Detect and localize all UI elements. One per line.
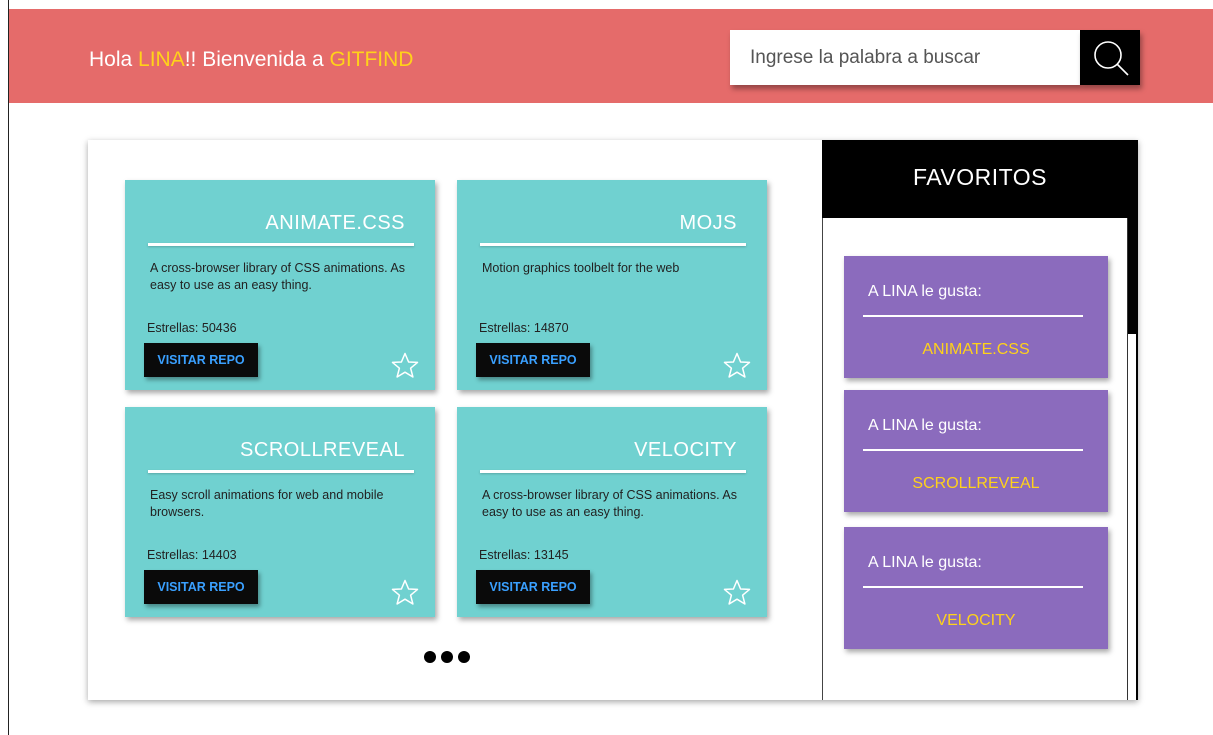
repo-stars: Estrellas: 13145	[479, 548, 569, 562]
card-divider	[480, 470, 746, 473]
favorite-label: A LINA le gusta:	[868, 554, 982, 571]
favorite-label: A LINA le gusta:	[868, 283, 982, 300]
favorite-divider	[863, 586, 1083, 588]
favorites-title: FAVORITOS	[912, 164, 1047, 190]
app-name: GITFIND	[329, 48, 414, 71]
repo-stars: Estrellas: 50436	[147, 321, 237, 335]
star-icon[interactable]	[723, 352, 751, 379]
favorite-divider	[863, 315, 1083, 317]
favorite-card[interactable]: A LINA le gusta: ANIMATE.CSS	[844, 256, 1108, 378]
star-icon[interactable]	[723, 579, 751, 606]
top-header: Hola LINA!! Bienvenida a GITFIND	[9, 9, 1213, 103]
favorite-label: A LINA le gusta:	[868, 417, 982, 434]
repo-title: ANIMATE.CSS	[265, 212, 405, 234]
card-divider	[148, 470, 414, 473]
frame-border	[8, 0, 9, 735]
greeting-middle: !! Bienvenida a	[184, 48, 330, 71]
repo-stars: Estrellas: 14870	[479, 321, 569, 335]
favorite-repo-name: VELOCITY	[936, 612, 1016, 629]
greeting: Hola LINA!! Bienvenida a GITFIND	[89, 48, 413, 72]
repo-card: SCROLLREVEAL Easy scroll animations for …	[125, 407, 435, 617]
repo-description: Easy scroll animations for web and mobil…	[150, 488, 384, 519]
search-box	[730, 30, 1080, 85]
favorite-card[interactable]: A LINA le gusta: SCROLLREVEAL	[844, 390, 1108, 512]
more-dot	[458, 651, 470, 663]
repo-card: ANIMATE.CSS A cross-browser library of C…	[125, 180, 435, 390]
search-icon	[1094, 41, 1129, 76]
star-icon[interactable]	[391, 579, 419, 606]
repo-description: Motion graphics toolbelt for the web	[482, 261, 680, 275]
visit-repo-button[interactable]: VISITAR REPO	[476, 343, 590, 377]
visit-repo-button[interactable]: VISITAR REPO	[144, 570, 258, 604]
more-results-button[interactable]	[424, 650, 475, 668]
search-input[interactable]	[730, 30, 1080, 85]
favorite-repo-name: ANIMATE.CSS	[922, 341, 1030, 358]
favorite-repo-name: SCROLLREVEAL	[912, 475, 1040, 492]
repo-description: A cross-browser library of CSS animation…	[482, 488, 737, 519]
favorites-header: FAVORITOS	[822, 140, 1138, 218]
favorite-card[interactable]: A LINA le gusta: VELOCITY	[844, 527, 1108, 649]
favorites-scrollbar-thumb[interactable]	[1128, 218, 1138, 334]
more-dot	[424, 651, 436, 663]
visit-repo-button[interactable]: VISITAR REPO	[144, 343, 258, 377]
favorite-divider	[863, 449, 1083, 451]
repo-title: MOJS	[679, 212, 737, 234]
search-button[interactable]	[1080, 30, 1140, 85]
more-dot	[441, 651, 453, 663]
user-name: LINA	[138, 48, 185, 71]
repo-description: A cross-browser library of CSS animation…	[150, 261, 405, 292]
repo-title: VELOCITY	[634, 439, 737, 461]
visit-repo-button[interactable]: VISITAR REPO	[476, 570, 590, 604]
favorites-divider	[822, 140, 823, 700]
repo-title: SCROLLREVEAL	[240, 439, 405, 461]
card-divider	[480, 243, 746, 246]
repo-card: VELOCITY A cross-browser library of CSS …	[457, 407, 767, 617]
greeting-prefix: Hola	[89, 48, 139, 71]
repo-card: MOJS Motion graphics toolbelt for the we…	[457, 180, 767, 390]
star-icon[interactable]	[391, 352, 419, 379]
card-divider	[148, 243, 414, 246]
repo-stars: Estrellas: 14403	[147, 548, 237, 562]
